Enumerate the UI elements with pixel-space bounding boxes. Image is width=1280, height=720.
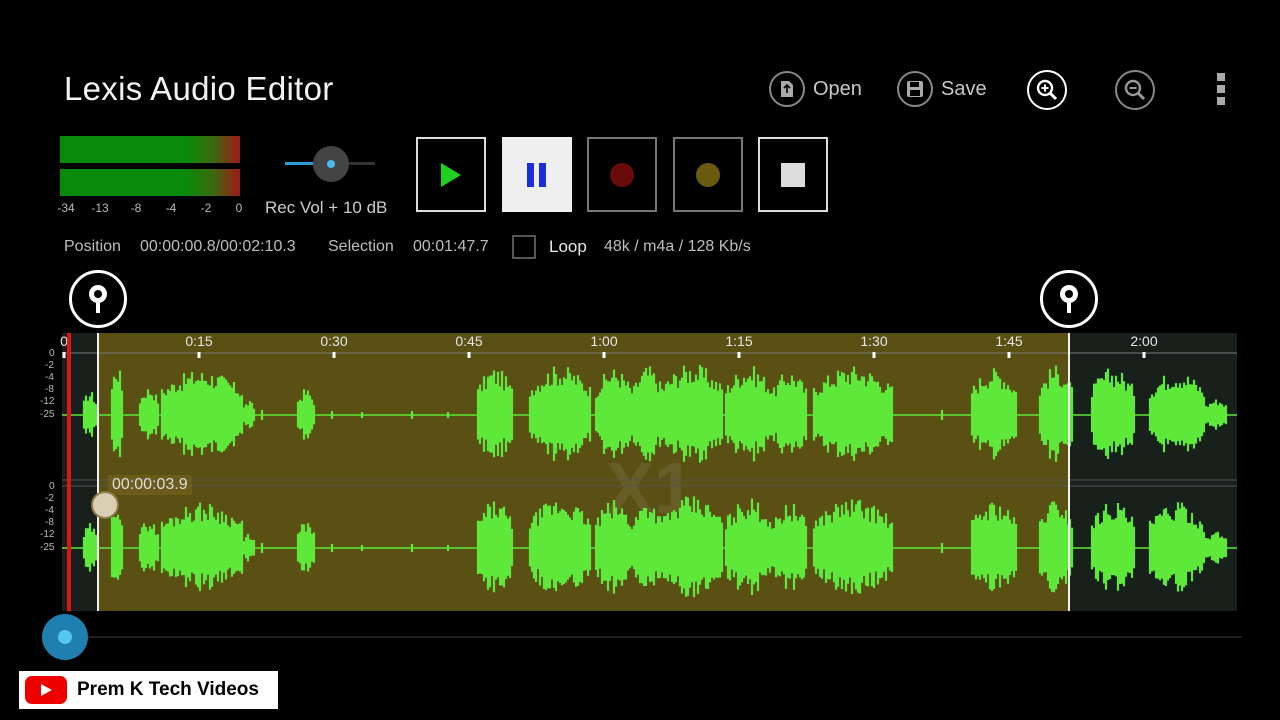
tick-mark [332,352,336,358]
db-label: -4 [45,372,54,383]
selection-value: 00:01:47.7 [413,238,489,255]
channel-2-wave [82,496,1228,598]
selection-start-line[interactable] [97,333,99,611]
stop-icon [781,162,805,187]
tick-mark [62,352,66,358]
position-label: Position [64,238,121,255]
selection-end-marker[interactable] [1040,270,1098,328]
cursor-time-tooltip: 00:00:03.9 [108,475,192,495]
pin-icon [1060,285,1078,313]
tick-label: 0:15 [185,333,213,349]
tick-mark [1142,352,1146,358]
db-label: -4 [45,505,54,516]
db-label: -8 [45,384,54,395]
save-label: Save [941,77,987,100]
channel-1-wave [82,364,1228,463]
loop-label: Loop [549,237,587,256]
channel-badge-label: Prem K Tech Videos [77,679,259,700]
zoom-out-icon[interactable] [1115,70,1155,110]
pause-icon [527,162,546,187]
tick-label: 1:30 [860,333,888,349]
loop-checkbox[interactable] [512,235,536,259]
stop-button[interactable] [758,137,828,212]
play-icon [441,162,461,187]
rec-vol-label: Rec Vol + 10 dB [265,198,388,217]
db-label: -2 [45,493,54,504]
db-label: -25 [40,542,55,553]
tick-label: 2:00 [1130,333,1158,349]
waveform-svg [62,352,1237,598]
more-menu-icon[interactable] [1217,73,1227,107]
app-title: Lexis Audio Editor [64,70,334,107]
record-button[interactable] [587,137,657,212]
tick-mark [872,352,876,358]
tick-label: 1:45 [995,333,1023,349]
channel-badge: Prem K Tech Videos [19,671,278,709]
selection-end-line[interactable] [1068,333,1070,611]
db-label: 0 [49,481,55,492]
level-meter-left [60,136,240,163]
playhead-line[interactable] [67,333,71,611]
level-meter-right [60,169,240,196]
youtube-logo-icon [25,676,67,704]
tick-label: 1:00 [590,333,618,349]
rec-vol-knob-dot [327,160,335,168]
waveform-path [82,496,1228,598]
format-info: 48k / m4a / 128 Kb/s [604,238,751,255]
tick-mark [467,352,471,358]
db-label: -2 [45,360,54,371]
file-open-icon [769,71,805,107]
record-overdub-button[interactable] [673,137,743,212]
open-button[interactable]: Open [769,71,862,107]
play-button[interactable] [416,137,486,212]
pin-icon [89,285,107,313]
waveform-path [82,364,1228,463]
db-label: 0 [49,348,55,359]
floppy-save-icon [897,71,933,107]
pause-button[interactable] [502,137,572,212]
tick-mark [197,352,201,358]
overdub-record-icon [696,162,720,187]
horizontal-scroll-thumb[interactable] [42,614,88,660]
tick-mark [737,352,741,358]
db-label: -8 [45,517,54,528]
tick-mark [1007,352,1011,358]
db-label: -25 [40,409,55,420]
record-icon [610,162,634,187]
horizontal-scroll-track[interactable] [70,636,1242,638]
selection-label: Selection [328,238,394,255]
tick-label: 0:30 [320,333,348,349]
selection-start-marker[interactable] [69,270,127,328]
tick-mark [602,352,606,358]
tick-label: 1:15 [725,333,753,349]
tick-label: 0:45 [455,333,483,349]
save-button[interactable]: Save [897,71,987,107]
cursor-handle[interactable] [91,491,119,519]
zoom-in-icon[interactable] [1027,70,1067,110]
position-value: 00:00:00.8/00:02:10.3 [140,238,296,255]
open-label: Open [813,77,862,100]
db-label: -12 [40,396,55,407]
db-label: -12 [40,529,55,540]
level-meter-scale: -34 -13 -8 -4 -2 0 [57,201,243,215]
